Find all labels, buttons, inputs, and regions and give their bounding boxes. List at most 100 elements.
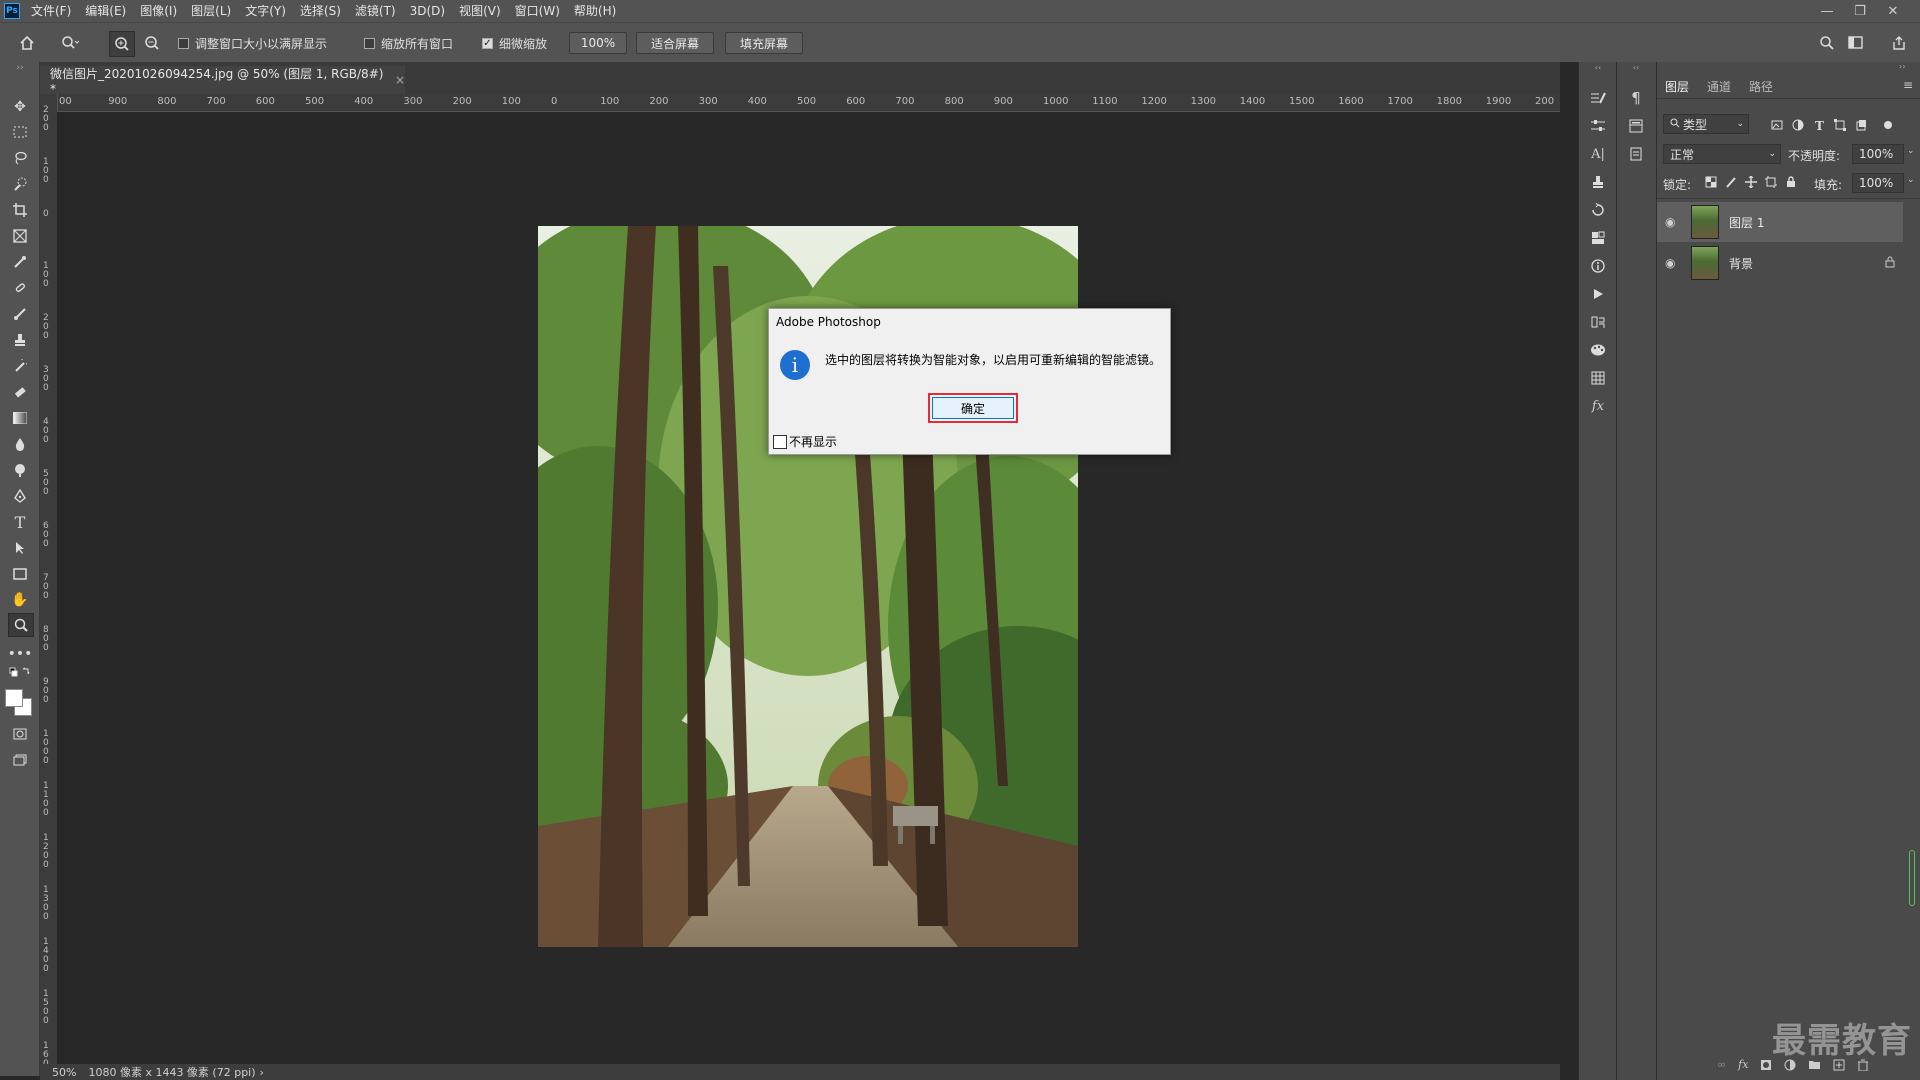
hand-tool-icon[interactable]: ✋: [8, 589, 32, 611]
zoom-out-icon[interactable]: [140, 31, 164, 55]
fill-chevron-icon[interactable]: ⌄: [1907, 175, 1915, 185]
lock-image-pixels-icon[interactable]: [1725, 176, 1737, 188]
lock-artboard-icon[interactable]: [1765, 176, 1777, 188]
layer-comps-icon[interactable]: [1588, 312, 1608, 332]
document-tab[interactable]: 微信图片_20201026094254.jpg @ 50% (图层 1, RGB…: [40, 66, 405, 96]
menu-3d[interactable]: 3D(D): [403, 0, 452, 22]
dodge-tool-icon[interactable]: [8, 459, 32, 481]
zoom-tool-icon[interactable]: [8, 613, 34, 637]
panel-scroll-indicator[interactable]: [1909, 850, 1915, 906]
crop-tool-icon[interactable]: [8, 199, 32, 221]
visibility-eye-icon[interactable]: ◉: [1665, 256, 1681, 270]
rectangle-tool-icon[interactable]: [8, 563, 32, 585]
move-tool-icon[interactable]: ✥: [8, 96, 32, 118]
filter-shape-icon[interactable]: [1834, 119, 1846, 131]
layer-name[interactable]: 图层 1: [1729, 214, 1764, 231]
styles-fx-icon[interactable]: fx: [1588, 396, 1608, 416]
menu-select[interactable]: 选择(S): [293, 0, 348, 22]
ok-button[interactable]: 确定: [932, 397, 1014, 419]
more-tools-icon[interactable]: •••: [8, 643, 33, 665]
zoom-in-icon[interactable]: [109, 31, 135, 57]
menu-help[interactable]: 帮助(H): [567, 0, 623, 22]
color-swatches-icon[interactable]: [1588, 228, 1608, 248]
history-brush-tool-icon[interactable]: [8, 355, 32, 377]
path-selection-tool-icon[interactable]: [8, 537, 32, 559]
healing-brush-tool-icon[interactable]: [8, 277, 32, 299]
menu-view[interactable]: 视图(V): [452, 0, 508, 22]
close-button[interactable]: ✕: [1878, 0, 1908, 22]
filter-smart-object-icon[interactable]: [1855, 119, 1867, 131]
zoom-100-button[interactable]: 100%: [569, 32, 627, 54]
paragraph-icon[interactable]: ¶: [1626, 88, 1646, 108]
panel-menu-icon[interactable]: ≡: [1903, 78, 1913, 92]
color-palette-icon[interactable]: [1588, 340, 1608, 360]
scrubby-zoom-checkbox[interactable]: ✓ 细微缩放: [482, 35, 547, 52]
filter-toggle-icon[interactable]: [1882, 119, 1894, 131]
menu-type[interactable]: 文字(Y): [238, 0, 293, 22]
frame-tool-icon[interactable]: [8, 225, 32, 247]
opacity-input[interactable]: 100%: [1852, 144, 1904, 164]
collapse-toolbar-icon[interactable]: ››: [8, 62, 32, 74]
dont-show-again-box[interactable]: [773, 434, 787, 449]
dont-show-again-checkbox[interactable]: 不再显示: [773, 433, 837, 450]
gradient-tool-icon[interactable]: [8, 407, 32, 429]
type-tool-icon[interactable]: T: [8, 511, 32, 533]
menu-edit[interactable]: 编辑(E): [78, 0, 133, 22]
default-colors-icon[interactable]: [8, 666, 32, 680]
actions-play-icon[interactable]: [1588, 284, 1608, 304]
menu-file[interactable]: 文件(F): [24, 0, 78, 22]
table-grid-icon[interactable]: [1588, 368, 1608, 388]
filter-pixel-icon[interactable]: [1771, 119, 1783, 131]
resize-windows-box[interactable]: [178, 38, 189, 49]
marquee-tool-icon[interactable]: [8, 121, 32, 143]
zoom-all-box[interactable]: [364, 38, 375, 49]
restore-button[interactable]: ❐: [1845, 0, 1875, 22]
menu-image[interactable]: 图像(I): [133, 0, 184, 22]
collapse-strip-icon[interactable]: ‹‹: [1588, 62, 1608, 72]
layer-row-layer1[interactable]: ◉ 图层 1: [1657, 202, 1903, 242]
eraser-tool-icon[interactable]: [8, 381, 32, 403]
visibility-eye-icon[interactable]: ◉: [1665, 215, 1681, 229]
quick-selection-tool-icon[interactable]: [8, 173, 32, 195]
add-mask-icon[interactable]: [1760, 1059, 1772, 1071]
layer-style-fx-icon[interactable]: fx: [1738, 1058, 1748, 1071]
collapse-panel-icon[interactable]: ››: [1899, 62, 1905, 71]
lasso-tool-icon[interactable]: [8, 147, 32, 169]
notes-icon[interactable]: [1626, 144, 1646, 164]
pen-tool-icon[interactable]: [8, 485, 32, 507]
fill-screen-button[interactable]: 填充屏幕: [725, 32, 803, 54]
layer-name[interactable]: 背景: [1729, 255, 1753, 272]
brush-settings-icon[interactable]: [1588, 88, 1608, 108]
info-panel-icon[interactable]: [1588, 256, 1608, 276]
quick-mask-icon[interactable]: [8, 723, 32, 745]
share-icon[interactable]: [1887, 31, 1911, 55]
tab-channels[interactable]: 通道: [1707, 78, 1731, 95]
opacity-chevron-icon[interactable]: ⌄: [1907, 146, 1915, 156]
zoom-all-windows-checkbox[interactable]: 缩放所有窗口: [364, 35, 453, 52]
layer-filter-select[interactable]: 类型 ⌄: [1663, 114, 1749, 134]
lock-position-icon[interactable]: [1745, 176, 1757, 188]
lock-all-icon[interactable]: [1785, 176, 1797, 188]
tab-layers[interactable]: 图层: [1665, 78, 1689, 95]
history-icon[interactable]: [1588, 200, 1608, 220]
brush-tool-icon[interactable]: [8, 303, 32, 325]
home-icon[interactable]: [15, 31, 39, 55]
close-tab-icon[interactable]: ×: [395, 73, 405, 87]
status-info-arrow[interactable]: ›: [260, 1066, 264, 1079]
clone-source-icon[interactable]: [1588, 172, 1608, 192]
adjustments-icon[interactable]: [1588, 116, 1608, 136]
character-icon[interactable]: A|: [1588, 144, 1608, 164]
menu-window[interactable]: 窗口(W): [508, 0, 567, 22]
foreground-color-swatch[interactable]: [5, 689, 23, 707]
eyedropper-tool-icon[interactable]: [8, 251, 32, 273]
fit-screen-button[interactable]: 适合屏幕: [636, 32, 714, 54]
menu-filter[interactable]: 滤镜(T): [348, 0, 403, 22]
fill-input[interactable]: 100%: [1852, 173, 1904, 193]
scrubby-zoom-box[interactable]: ✓: [482, 38, 493, 49]
blend-mode-select[interactable]: 正常 ⌄: [1663, 144, 1781, 164]
menu-layer[interactable]: 图层(L): [184, 0, 238, 22]
clone-stamp-tool-icon[interactable]: [8, 329, 32, 351]
filter-adjustment-icon[interactable]: [1792, 119, 1804, 131]
tab-paths[interactable]: 路径: [1749, 78, 1773, 95]
layer-row-background[interactable]: ◉ 背景: [1657, 243, 1903, 283]
